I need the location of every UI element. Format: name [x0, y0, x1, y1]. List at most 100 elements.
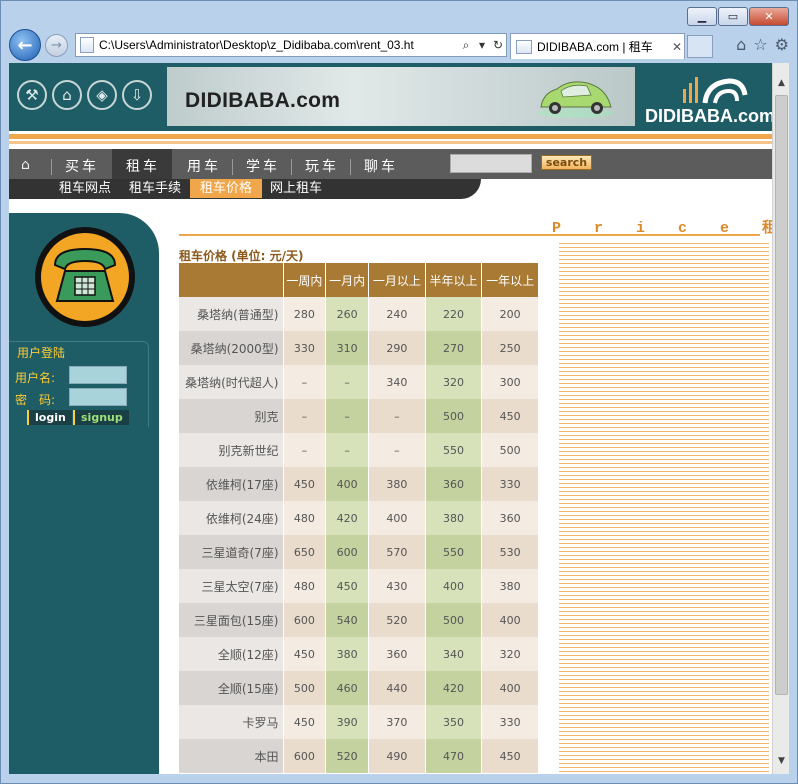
price-cell: 450: [325, 569, 370, 603]
star-icon[interactable]: ☆: [753, 35, 767, 54]
logo-text: DIDIBABA.com: [645, 106, 772, 126]
price-table: 一周内 一月内 一月以上 半年以上 一年以上 桑塔纳(普通型) 280 260 240…: [179, 263, 539, 773]
search-button[interactable]: search: [541, 155, 592, 170]
gear-icon[interactable]: ⚙: [775, 35, 789, 54]
price-cell: –: [325, 365, 370, 399]
login-button[interactable]: login: [27, 410, 72, 425]
price-cell: 280: [283, 297, 327, 331]
scroll-down-icon[interactable]: ▼: [773, 753, 790, 770]
price-cell: 330: [481, 705, 539, 739]
tab-close-icon[interactable]: ✕: [670, 40, 684, 54]
username-field[interactable]: [69, 366, 127, 384]
table-row: 依维柯(17座) 450 400 380 360 330: [179, 467, 539, 501]
price-cell: 540: [325, 603, 370, 637]
address-bar[interactable]: C:\Users\Administrator\Desktop\z_Didibab…: [75, 33, 507, 57]
table-row: 桑塔纳(2000型) 330 310 290 270 250: [179, 331, 539, 365]
price-cell: 490: [368, 739, 426, 773]
price-cell: 380: [368, 467, 426, 501]
subnav-item-online[interactable]: 网上租车: [260, 179, 332, 198]
car-name-cell: 三星道奇(7座): [179, 535, 284, 569]
login-title: 用户登陆: [17, 346, 66, 360]
table-row: 桑塔纳(普通型) 280 260 240 220 200: [179, 297, 539, 331]
search-icon[interactable]: ⌕: [458, 38, 474, 53]
nav-item-chat[interactable]: 聊车: [350, 155, 398, 179]
nav-separator: [51, 159, 52, 175]
password-field[interactable]: [69, 388, 127, 406]
scroll-up-icon[interactable]: ▲: [773, 75, 790, 92]
new-tab-button[interactable]: [687, 35, 713, 58]
scroll-thumb[interactable]: [775, 95, 788, 695]
nav-label: 聊车: [364, 159, 398, 175]
home-icon[interactable]: ⌂: [21, 158, 37, 172]
price-cell: 310: [325, 331, 370, 365]
browser-tools: ⌂ ☆ ⚙: [736, 35, 789, 54]
page-title-cn: 租 车 价 格: [762, 218, 772, 236]
price-cell: 500: [425, 399, 483, 433]
price-cell: 400: [325, 467, 370, 501]
nav-item-use[interactable]: 用车: [173, 155, 221, 179]
price-cell: 290: [368, 331, 426, 365]
site-logo[interactable]: DIDIBABA.com: [645, 69, 772, 127]
car-name-cell: 三星太空(7座): [179, 569, 284, 603]
price-cell: 420: [325, 501, 370, 535]
price-cell: 500: [425, 603, 483, 637]
table-row: 三星面包(15座) 600 540 520 500 400: [179, 603, 539, 637]
nav-item-buy[interactable]: 买车: [51, 155, 99, 179]
nav-item-play[interactable]: 玩车: [291, 155, 339, 179]
tab-title: DIDIBABA.com | 租车: [537, 40, 653, 54]
signup-button[interactable]: signup: [73, 410, 129, 425]
price-cell: 440: [368, 671, 426, 705]
cube-icon[interactable]: ◈: [87, 80, 117, 110]
home-icon[interactable]: ⌂: [736, 35, 746, 54]
forward-icon[interactable]: →: [45, 34, 68, 57]
col-header: 一周内: [283, 263, 327, 297]
price-cell: 520: [325, 739, 370, 773]
price-cell: 520: [368, 603, 426, 637]
browser-tab[interactable]: DIDIBABA.com | 租车 ✕: [510, 33, 685, 59]
table-row: 三星道奇(7座) 650 600 570 550 530: [179, 535, 539, 569]
price-cell: 470: [425, 739, 483, 773]
price-cell: 320: [481, 637, 539, 671]
dropdown-icon[interactable]: ▾: [474, 38, 490, 52]
price-cell: 450: [481, 399, 539, 433]
price-cell: –: [368, 399, 426, 433]
header-stripes: [9, 131, 772, 149]
back-icon[interactable]: ←: [9, 29, 41, 61]
page-viewport: ⚒ ⌂ ◈ ⇩ DIDIBABA.com DIDIBABA.com ⌂ 买车 租…: [9, 63, 772, 774]
download-icon[interactable]: ⇩: [122, 80, 152, 110]
price-cell: 220: [425, 297, 483, 331]
nav-item-learn[interactable]: 学车: [232, 155, 280, 179]
minimize-button[interactable]: ▁: [687, 7, 717, 26]
subnav-item-locations[interactable]: 租车网点: [49, 179, 121, 198]
refresh-icon[interactable]: ↻: [490, 38, 506, 52]
price-cell: 550: [425, 535, 483, 569]
col-header: 半年以上: [425, 263, 483, 297]
price-cell: 340: [368, 365, 426, 399]
price-cell: –: [283, 433, 327, 467]
price-cell: 600: [283, 603, 327, 637]
subnav-item-price[interactable]: 租车价格: [190, 179, 263, 198]
price-cell: 600: [325, 535, 370, 569]
subnav-item-procedure[interactable]: 租车手续: [119, 179, 191, 198]
maximize-button[interactable]: ▭: [718, 7, 748, 26]
close-button[interactable]: ✕: [749, 7, 789, 26]
search-input[interactable]: [450, 154, 532, 173]
house-icon[interactable]: ⌂: [52, 80, 82, 110]
price-cell: –: [283, 399, 327, 433]
price-cell: 400: [481, 603, 539, 637]
site-header: ⚒ ⌂ ◈ ⇩ DIDIBABA.com DIDIBABA.com: [9, 63, 772, 131]
nav-separator: [291, 159, 292, 175]
price-cell: 370: [368, 705, 426, 739]
table-row: 别克新世纪 – – –550 500: [179, 433, 539, 467]
banner-text: DIDIBABA.com: [185, 89, 341, 112]
price-cell: 260: [325, 297, 370, 331]
price-cell: 320: [425, 365, 483, 399]
nav-label: 买车: [65, 159, 99, 175]
car-name-cell: 桑塔纳(时代超人): [179, 365, 284, 399]
price-cell: 380: [325, 637, 370, 671]
wrench-icon[interactable]: ⚒: [17, 80, 47, 110]
table-header-row: 一周内 一月内 一月以上 半年以上 一年以上: [179, 263, 539, 297]
nav-item-rent[interactable]: 租车: [112, 149, 172, 179]
vertical-scrollbar[interactable]: ▲ ▼: [772, 63, 789, 774]
table-body: 桑塔纳(普通型) 280 260 240 220 200 桑塔纳(2000型) 330 310 2…: [179, 297, 539, 773]
